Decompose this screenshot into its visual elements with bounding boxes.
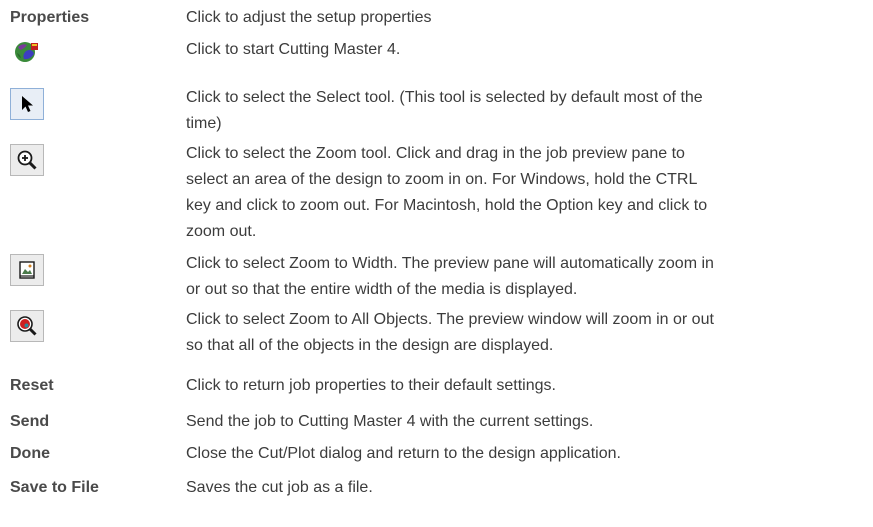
done-description: Close the Cut/Plot dialog and return to … [186,445,621,462]
done-term: Done [10,445,50,462]
properties-term: Properties [10,9,90,26]
save-to-file-description: Saves the cut job as a file. [186,479,373,496]
reset-term: Reset [10,377,54,394]
send-description: Send the job to Cutting Master 4 with th… [186,413,594,430]
zoom-to-all-objects-description-line: Click to select Zoom to All Objects. The… [186,311,714,328]
select-tool-description-line: Click to select the Select tool. (This t… [186,89,703,106]
save-to-file-term: Save to File [10,479,99,496]
zoom-to-width-description-line: or out so that the entire width of the m… [186,281,578,298]
select-arrow-icon[interactable] [10,88,44,120]
zoom-to-width-description-line: Click to select Zoom to Width. The previ… [186,255,714,272]
cutting-master-description: Click to start Cutting Master 4. [186,41,401,58]
zoom-tool-description-line: Click to select the Zoom tool. Click and… [186,145,685,162]
zoom-tool-icon[interactable] [10,144,44,176]
zoom-to-all-objects-icon[interactable] [10,310,44,342]
cutting-master-globe-icon[interactable] [12,38,40,66]
zoom-tool-description-line: zoom out. [186,223,257,240]
select-tool-description: Click to select the Select tool. (This t… [186,85,856,137]
properties-description: Click to adjust the setup properties [186,9,432,26]
zoom-tool-description-line: select an area of the design to zoom in … [186,171,698,188]
zoom-tool-description: Click to select the Zoom tool. Click and… [186,141,856,245]
reset-description: Click to return job properties to their … [186,377,556,394]
zoom-to-all-objects-description: Click to select Zoom to All Objects. The… [186,307,856,359]
zoom-to-all-objects-description-line: so that all of the objects in the design… [186,337,554,354]
zoom-to-width-description: Click to select Zoom to Width. The previ… [186,251,856,303]
zoom-to-width-icon[interactable] [10,254,44,286]
zoom-tool-description-line: key and click to zoom out. For Macintosh… [186,197,708,214]
send-term: Send [10,413,50,430]
select-tool-description-line: time) [186,115,222,132]
